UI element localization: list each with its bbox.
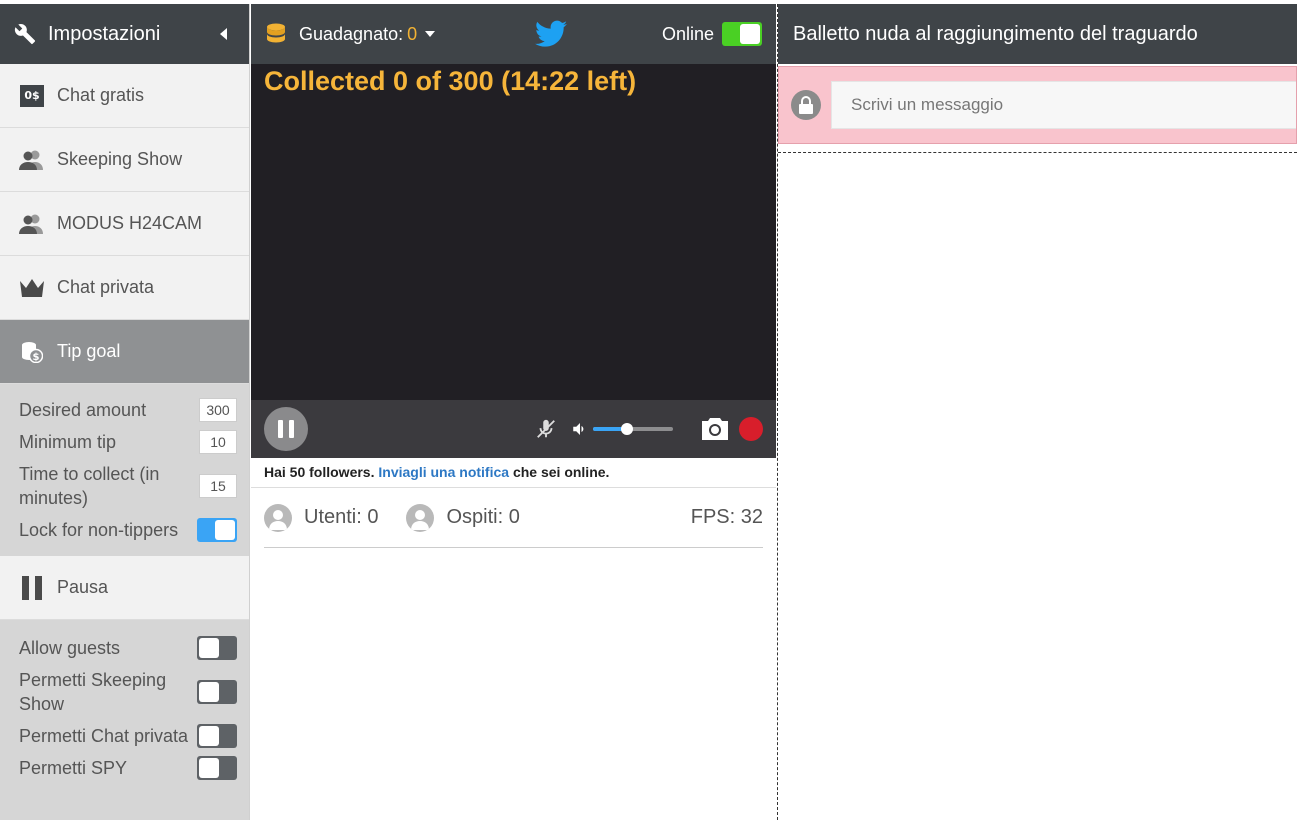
app-root: Impostazioni 0$ Chat gratis Skeeping Sho… (0, 0, 1297, 820)
desired-amount-label: Desired amount (19, 400, 147, 420)
permission-row: Permetti Skeeping Show (19, 668, 237, 716)
sidebar-item-chat-gratis[interactable]: 0$ Chat gratis (0, 64, 249, 128)
minimum-tip-row: Minimum tip 10 (19, 430, 237, 454)
toggle-knob (199, 638, 219, 658)
toggle-knob (199, 726, 219, 746)
followers-count-text: Hai 50 followers. (264, 464, 375, 480)
coins-icon (265, 23, 287, 45)
permission-label: Permetti Chat privata (19, 726, 189, 746)
time-to-collect-input[interactable]: 15 (199, 474, 237, 498)
twitter-icon[interactable] (535, 20, 568, 48)
sidebar-title: Impostazioni (48, 22, 161, 45)
desired-amount-row: Desired amount 300 (19, 398, 237, 422)
users-count: Utenti: 0 (304, 506, 379, 528)
sidebar-item-label: Pausa (57, 577, 109, 597)
sidebar-item-chat-privata[interactable]: Chat privata (0, 256, 249, 320)
sidebar-item-label: Tip goal (57, 341, 121, 361)
volume-thumb[interactable] (620, 423, 633, 435)
sidebar-item-label: Chat privata (57, 277, 155, 297)
message-composer (778, 66, 1297, 144)
toggle-knob (215, 520, 235, 540)
chat-title: Balletto nuda al raggiungimento del trag… (793, 22, 1198, 45)
wrench-icon (14, 24, 36, 45)
tip-goal-progress-text: Collected 0 of 300 (14:22 left) (264, 66, 637, 96)
guests-count: Ospiti: 0 (446, 506, 520, 528)
minimum-tip-input[interactable]: 10 (199, 430, 237, 454)
desired-amount-input[interactable]: 300 (199, 398, 237, 422)
sidebar-item-skeeping-show[interactable]: Skeeping Show (0, 128, 249, 192)
sidebar-header: Impostazioni (0, 4, 249, 64)
guest-avatar-icon (406, 503, 435, 532)
earned-label: Guadagnato: (299, 23, 404, 44)
permissions-settings: Allow guests Permetti Skeeping Show Perm… (0, 620, 249, 820)
crown-icon (19, 276, 45, 300)
permission-row: Permetti Chat privata (19, 724, 237, 748)
sidebar-item-tip-goal[interactable]: $ Tip goal (0, 320, 249, 384)
time-to-collect-row: Time to collect (in minutes) 15 (19, 462, 237, 510)
coins-dollar-icon: $ (19, 340, 45, 364)
notify-followers-link[interactable]: Inviagli una notifica (378, 464, 509, 480)
followers-suffix-text: che sei online. (512, 464, 610, 480)
permetti-spy-toggle[interactable] (197, 756, 237, 780)
free-chat-icon: 0$ (19, 84, 45, 108)
permission-row: Allow guests (19, 636, 237, 660)
permetti-chat-privata-toggle[interactable] (197, 724, 237, 748)
svg-text:$: $ (33, 352, 40, 363)
collapse-sidebar-button[interactable] (220, 28, 227, 40)
chevron-down-icon (425, 31, 436, 37)
online-label: Online (661, 23, 714, 44)
broadcast-panel: Guadagnato: 0 Online Collected 0 of 300 … (251, 4, 776, 820)
sidebar-item-modus-h24cam[interactable]: MODUS H24CAM (0, 192, 249, 256)
lock-icon (791, 90, 821, 120)
volume-slider[interactable] (593, 423, 673, 435)
chat-panel: Balletto nuda al raggiungimento del trag… (777, 4, 1297, 820)
permission-label: Allow guests (19, 638, 121, 658)
online-status: Online (662, 22, 762, 46)
tip-goal-settings: Desired amount 300 Minimum tip 10 Time t… (0, 384, 249, 556)
permetti-skeeping-show-toggle[interactable] (197, 680, 237, 704)
users-icon (19, 148, 45, 172)
user-avatar-icon (264, 503, 292, 532)
message-input[interactable] (831, 81, 1296, 129)
sidebar-item-label: Chat gratis (57, 85, 145, 105)
video-controls-right (535, 417, 763, 441)
permission-label: Permetti SPY (19, 758, 128, 778)
pause-stream-button[interactable] (264, 407, 308, 451)
minimum-tip-label: Minimum tip (19, 432, 117, 452)
volume-icon[interactable] (571, 420, 589, 438)
allow-guests-toggle[interactable] (197, 636, 237, 660)
chat-header: Balletto nuda al raggiungimento del trag… (778, 4, 1297, 64)
guests-stat: Ospiti: 0 (406, 503, 520, 532)
lock-non-tippers-toggle[interactable] (197, 518, 237, 542)
sidebar-item-pausa[interactable]: Pausa (0, 556, 249, 620)
fps-counter: FPS: 32 (690, 506, 763, 528)
video-preview: Collected 0 of 300 (14:22 left) (251, 64, 776, 400)
users-icon (19, 212, 45, 236)
toggle-knob (199, 682, 219, 702)
lock-non-tippers-row: Lock for non-tippers (19, 518, 237, 542)
settings-sidebar: Impostazioni 0$ Chat gratis Skeeping Sho… (0, 4, 250, 820)
permission-label: Permetti Skeeping Show (19, 670, 167, 714)
camera-icon[interactable] (701, 418, 729, 440)
mic-muted-icon[interactable] (535, 418, 557, 440)
broadcast-topbar: Guadagnato: 0 Online (251, 4, 776, 64)
followers-notice: Hai 50 followers. Inviagli una notifica … (251, 458, 776, 488)
video-controls (251, 400, 776, 458)
online-toggle[interactable] (722, 22, 762, 46)
permission-row: Permetti SPY (19, 756, 237, 780)
time-to-collect-label: Time to collect (in minutes) (19, 464, 160, 508)
sidebar-item-label: Skeeping Show (57, 149, 183, 169)
record-button[interactable] (739, 417, 763, 441)
users-stat: Utenti: 0 (264, 503, 379, 532)
sidebar-item-label: MODUS H24CAM (57, 213, 203, 233)
toggle-knob (740, 24, 760, 44)
pause-icon (19, 575, 45, 600)
lock-non-tippers-label: Lock for non-tippers (19, 520, 179, 540)
toggle-knob (199, 758, 219, 778)
earned-dropdown[interactable]: Guadagnato: 0 (299, 23, 436, 45)
chat-divider (778, 152, 1297, 153)
viewer-stats: Utenti: 0 Ospiti: 0 FPS: 32 (264, 488, 763, 548)
earned-value: 0 (407, 23, 418, 44)
